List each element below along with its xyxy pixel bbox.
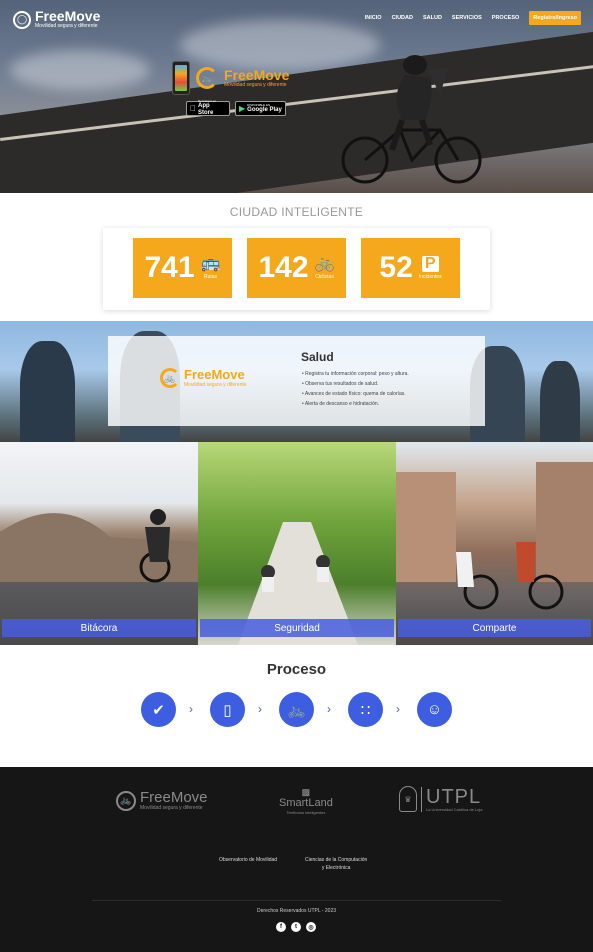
section-title-ciudad: CIUDAD INTELIGENTE [229,205,364,219]
chart-icon[interactable]: ∷ [348,692,383,727]
appstore-big-text: App Store [192,103,221,116]
panel-comparte[interactable]: Comparte [396,442,593,645]
footer-link-ciencias[interactable]: Ciencias de la Computación y Electrónica [305,856,367,872]
salud-logo: 🚲 FreeMove Movilidad segura y diferente [160,368,247,388]
google-play-button[interactable]: ▶ DISPONIBLE EN Google Play [235,101,286,116]
register-button[interactable]: Registro/Ingreso [529,11,581,25]
rider-photo [20,341,75,442]
stat-label: Incidentes [418,274,442,280]
stat-incidentes: 52 P Incidentes [361,238,460,298]
menu-item-salud[interactable]: SALUD [423,15,442,21]
list-item: Registra tu información corporal: peso y… [302,369,409,379]
panel-seguridad[interactable]: Seguridad [198,442,396,645]
stat-value: 741 [144,251,195,284]
seguridad-photo [238,522,358,645]
bike-icon[interactable]: 🚲 [279,692,314,727]
freemove-logo-icon: 🚲 [196,67,218,89]
logo-title: FreeMove [35,8,101,24]
panel-bitacora[interactable]: Bitácora [0,442,198,645]
chevron-right-icon: › [396,702,400,716]
salud-list: Registra tu información corporal: peso y… [302,369,409,409]
bitacora-photo [0,509,198,583]
utpl-title: UTPL [426,785,482,808]
stat-ciclistas: 142 🚲 Ciclistas [247,238,346,298]
stat-rutas: 741 🚌 Rutas [133,238,232,298]
footer-smartland-logo[interactable]: ▩ SmartLand Territorios inteligentes [279,787,333,816]
section-title-proceso: Proceso [266,661,327,678]
footer-link-line: y Electrónica [321,865,351,871]
play-icon: ▶ [239,104,246,113]
instagram-icon[interactable]: ◎ [306,922,316,932]
menu-item-inicio[interactable]: INICIO [365,15,382,21]
footer-freemove-title: FreeMove [140,789,208,806]
check-icon[interactable]: ✔ [141,692,176,727]
smartland-mark-icon: ▩ [301,787,311,797]
menu-item-proceso[interactable]: PROCESO [492,15,520,21]
salud-logo-title: FreeMove [184,367,245,382]
footer-copyright: Derechos Reservados UTPL - 2023 [256,908,337,914]
footer-link-line: Ciencias de la Computación [305,857,368,863]
app-brand: 🚲 FreeMove Movilidad segura y diferente [172,61,289,95]
twitter-icon[interactable]: t [291,922,301,932]
panel-label[interactable]: Seguridad [200,619,394,637]
app-title: FreeMove [224,67,290,83]
cloud [10,50,150,90]
footer-freemove-subtitle: Movilidad segura y diferente [140,805,203,811]
utpl-subtitle: La Universidad Católica de Loja [426,806,483,812]
cyclist-icon: 🚲 [314,255,335,272]
rider-photo [540,361,580,442]
footer-utpl-logo[interactable]: ♛ UTPL La Universidad Católica de Loja [399,786,482,812]
social-links: f t ◎ [276,922,316,932]
smile-icon[interactable]: ☺ [417,692,452,727]
cyclist-photo [341,55,482,184]
facebook-icon[interactable]: f [276,922,286,932]
freemove-logo-icon: 🚲 [116,790,136,811]
comparte-photo [396,462,593,610]
phone-mockup [172,61,190,95]
panel-label[interactable]: Bitácora [2,619,196,637]
menu-item-ciudad[interactable]: CIUDAD [392,15,413,21]
salud-title: Salud [301,350,334,364]
list-item: Avances de estado físico: quema de calor… [302,389,409,399]
phone-icon[interactable]: ▯ [210,692,245,727]
apple-icon:  [190,104,196,113]
footer-link-observatorio[interactable]: Observatorio de Movilidad [219,856,277,864]
stat-label: Ciclistas [315,274,334,280]
logo-subtitle: Movilidad segura y diferente [35,23,98,29]
smartland-title: SmartLand [279,797,333,809]
footer-divider [92,900,502,901]
chevron-right-icon: › [258,702,262,716]
chevron-right-icon: › [189,702,193,716]
bike-logo-icon: ◯ [13,10,31,29]
salud-logo-subtitle: Movilidad segura y diferente [184,382,247,388]
list-item: Observa tus resultados de salud. [302,379,409,389]
bus-icon: 🚌 [200,255,221,272]
utpl-shield-icon: ♛ [399,786,417,812]
menu-item-servicios[interactable]: SERVICIOS [452,15,482,21]
stats-card: 741 🚌 Rutas 142 🚲 Ciclistas 52 P Incidentes [103,228,490,310]
smartland-subtitle: Territorios inteligentes [286,810,326,815]
header-logo[interactable]: ◯ FreeMove Movilidad segura y diferente [13,9,100,30]
feature-panels: Bitácora Seguridad Comparte [0,442,593,645]
store-badges:  Descargar enApp Store ▶ DISPONIBLE ENG… [186,100,286,116]
footer-freemove-logo[interactable]: 🚲 FreeMove Movilidad segura y diferente [116,790,208,811]
stat-value: 142 [258,251,309,284]
app-store-button[interactable]:  Descargar enApp Store [186,100,230,116]
stat-label: Rutas [203,274,218,280]
list-item: Alerta de descanso e hidratación. [302,399,409,409]
chevron-right-icon: › [327,702,331,716]
freemove-logo-icon: 🚲 [160,368,180,388]
panel-label[interactable]: Comparte [398,619,591,637]
stat-value: 52 [379,251,413,284]
navbar: ◯ FreeMove Movilidad segura y diferente … [0,0,593,35]
parking-icon: P [421,256,439,272]
main-menu: INICIO CIUDAD SALUD SERVICIOS PROCESO Re… [365,11,581,25]
googleplay-big-text: Google Play [247,106,282,113]
app-subtitle: Movilidad segura y diferente [224,82,287,88]
